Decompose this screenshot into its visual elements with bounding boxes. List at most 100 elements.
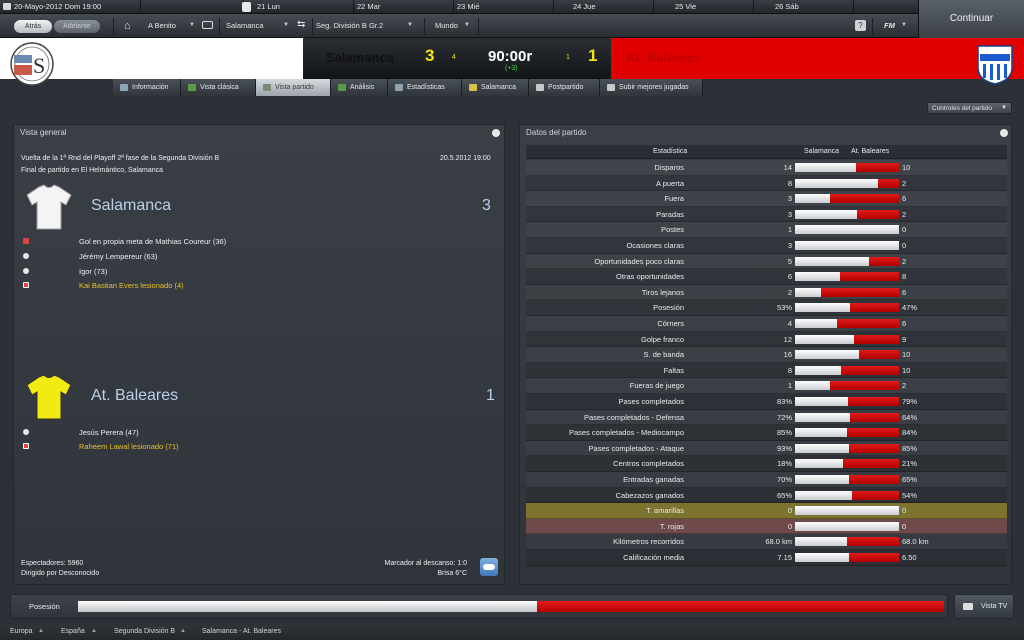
calendar-day[interactable]: 25 Vie [675, 2, 696, 11]
breadcrumb-item[interactable]: España [61, 628, 85, 635]
away-team-name: At. Baleares [626, 50, 702, 65]
tab-analisis[interactable]: Análisis [331, 79, 388, 96]
breadcrumb-item[interactable]: Segunda División B [114, 628, 175, 635]
goal-ball-icon [23, 268, 29, 274]
tab-salamanca[interactable]: Salamanca [462, 79, 529, 96]
stat-bar-home [795, 459, 843, 469]
possession-away-fill [536, 601, 944, 612]
panel-menu-icon[interactable] [1000, 129, 1008, 137]
match-stats-panel: Datos del partido Estadística Salamanca … [519, 124, 1012, 585]
stat-away-value: 0 [902, 506, 907, 516]
competition-menu[interactable]: Seg. División B Gr.2 [316, 21, 383, 30]
stat-bar-away [847, 537, 899, 547]
manager-menu[interactable]: A Benito [148, 21, 176, 30]
tv-view-button[interactable]: Vista TV [954, 594, 1014, 619]
stat-bar-away [849, 443, 899, 453]
stat-row: Fueras de juego 1 2 [526, 378, 1007, 394]
stats-icon [395, 83, 403, 91]
analysis-icon [338, 83, 346, 91]
world-menu[interactable]: Mundo [435, 21, 458, 30]
stat-bar-away [836, 319, 899, 328]
stat-bar-home [795, 163, 856, 172]
stat-row: Córners 4 6 [526, 316, 1007, 332]
tab-vista-clasica[interactable]: Vista clásica [181, 79, 256, 96]
stat-bar-home [795, 303, 851, 313]
stat-bar-away [829, 381, 899, 391]
stat-bar-home [795, 209, 858, 219]
stat-row: T. rojas 0 0 [526, 518, 1007, 535]
stat-bar-away [839, 272, 899, 282]
away-goals-total: 1 [486, 387, 495, 404]
stat-bar-home [795, 365, 842, 375]
stats-table: Disparos 14 10 A puerta 8 2 Fuera 3 6 Paradas 3 2 Po… [526, 160, 1007, 568]
chevron-down-icon: ▼ [1001, 105, 1007, 111]
swap-icon[interactable]: ⇆ [297, 19, 305, 30]
breadcrumb-item[interactable]: Europa [10, 628, 33, 635]
stat-away-value: 54% [902, 490, 918, 500]
fm-menu[interactable]: FM [884, 21, 895, 30]
calendar-day[interactable]: 22 Mar [357, 2, 380, 11]
stat-label: Pases completados - Defensa [583, 412, 684, 422]
overview-title: Vista general [20, 128, 67, 137]
match-controls-dropdown[interactable]: Controles del partido ▼ [927, 102, 1012, 114]
help-button[interactable]: ? [855, 20, 866, 31]
stat-row: Fuera 3 6 [526, 191, 1007, 207]
stat-away-value: 6 [902, 287, 907, 297]
tab-informacion[interactable]: Información [113, 79, 181, 96]
stat-row: Cabezazos ganados 65% 54% [526, 487, 1007, 504]
tab-postpartido[interactable]: Postpartido [529, 79, 600, 96]
calendar-day[interactable]: 26 Sáb [775, 2, 799, 11]
away-team-title: At. Baleares [91, 387, 179, 404]
stat-bar-away [843, 459, 899, 469]
chevron-up-icon: ▲ [180, 628, 186, 634]
stat-bar-away [848, 397, 899, 406]
calendar-day[interactable]: 24 Jue [573, 2, 596, 11]
home-goals-total: 3 [482, 197, 491, 214]
stat-bar-away [854, 334, 899, 344]
stat-away-value: 2 [902, 209, 907, 219]
stat-bar-away [851, 490, 899, 500]
stat-home-value: 93% [776, 443, 792, 453]
weather: Brisa 6°C [437, 570, 467, 577]
stat-bar-away [859, 350, 899, 360]
calendar-day[interactable]: 21 Lun [257, 2, 280, 11]
event-item: Jérémy Lempereur (63) [79, 252, 158, 261]
stat-bar-home [795, 256, 870, 266]
stat-bar-home [795, 225, 899, 235]
added-time: (+3) [505, 65, 518, 72]
home-icon[interactable]: ⌂ [124, 20, 131, 32]
stat-bar-away [878, 178, 899, 188]
stat-row: A puerta 8 2 [526, 175, 1007, 192]
stat-bar-home [795, 350, 859, 360]
stat-away-value: 6 [902, 319, 907, 328]
stat-away-value: 65% [902, 475, 918, 484]
current-date: 20-Mayo-2012 Dom 19:00 [14, 2, 102, 11]
back-button[interactable]: Atrás [14, 20, 52, 33]
team-menu[interactable]: Salamanca [226, 21, 264, 30]
chevron-down-icon: ▼ [901, 22, 907, 28]
stat-home-value: 18% [776, 459, 792, 469]
stat-bar-home [795, 506, 847, 516]
stat-away-value: 2 [902, 256, 907, 266]
stat-bar-away [850, 412, 899, 422]
stat-label: Córners [657, 319, 684, 328]
stat-bar-away [841, 365, 899, 375]
stat-home-value: 68.0 km [765, 537, 792, 547]
stat-bar-home [795, 412, 851, 422]
match-round: Vuelta de la 1ª Rnd del Playoff 2ª fase … [21, 155, 220, 162]
forward-button[interactable]: Adelante [54, 20, 100, 33]
stat-label: Postes [661, 225, 684, 235]
breadcrumb-item[interactable]: Salamanca - At. Baleares [202, 628, 281, 635]
inbox-icon[interactable] [202, 21, 213, 29]
continue-button[interactable]: Continuar [918, 0, 1024, 38]
stat-bar-away [849, 553, 899, 562]
match-view-icon [263, 83, 271, 91]
stat-home-value: 16 [783, 350, 792, 360]
calendar-day[interactable]: 23 Mié [457, 2, 480, 11]
tab-subir-jugadas[interactable]: Subir mejores jugadas [600, 79, 703, 96]
stat-row: T. amarillas 0 0 [526, 503, 1007, 519]
tab-vista-partido[interactable]: Vista partido [256, 79, 331, 96]
tab-estadisticas[interactable]: Estadísticas [388, 79, 462, 96]
stat-row: Pases completados - Ataque 93% 85% [526, 441, 1007, 457]
panel-menu-icon[interactable] [492, 129, 500, 137]
